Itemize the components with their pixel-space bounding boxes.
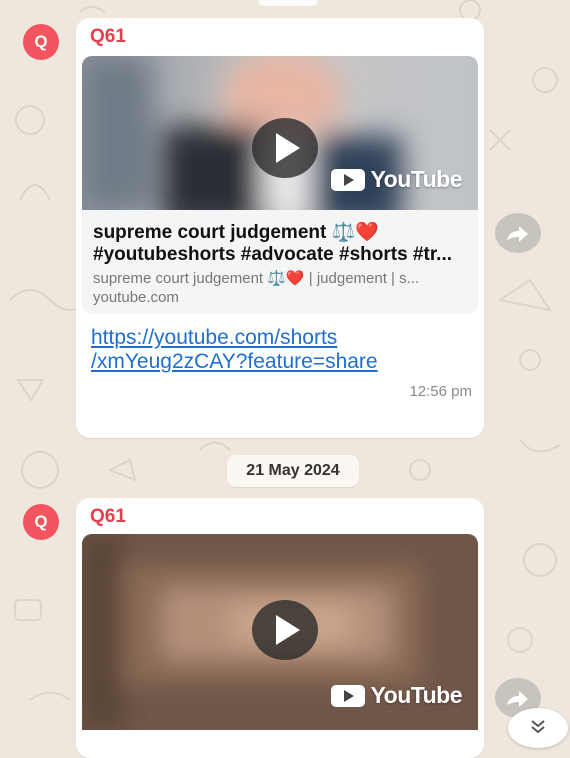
sender-avatar[interactable]: Q (23, 24, 59, 60)
youtube-watermark: YouTube (330, 166, 463, 193)
message-bubble[interactable]: Q61 YouTube (76, 18, 484, 438)
url-line1[interactable]: https://youtube.com/shorts (91, 326, 471, 350)
forward-icon (507, 226, 528, 242)
avatar-letter: Q (34, 32, 48, 51)
youtube-label: YouTube (370, 682, 463, 708)
sender-avatar[interactable]: Q (23, 504, 59, 540)
link-preview-description: supreme court judgement ⚖️❤️ | judgement… (93, 270, 420, 287)
forward-button[interactable] (495, 213, 541, 253)
avatar-letter: Q (34, 512, 48, 531)
youtube-logo-icon (330, 684, 365, 707)
sender-name[interactable]: Q61 (90, 26, 126, 48)
play-video-button[interactable] (252, 600, 318, 660)
play-icon (276, 133, 300, 163)
message-timestamp: 12:56 pm (409, 383, 472, 400)
video-thumbnail[interactable]: YouTube (82, 56, 478, 210)
double-chevron-down-icon (531, 720, 545, 734)
video-thumbnail[interactable]: YouTube (82, 534, 478, 730)
date-separator: 21 May 2024 (227, 455, 359, 487)
url-line2[interactable]: /xmYeug2zCAY?feature=share (91, 350, 471, 374)
link-preview-title: supreme court judgement ⚖️❤️ #youtubesho… (93, 222, 473, 266)
youtube-watermark: YouTube (330, 682, 463, 709)
top-edge-bubble (258, 0, 318, 6)
link-preview-title-line1: supreme court judgement ⚖️❤️ (93, 222, 379, 243)
play-icon (276, 615, 300, 645)
scroll-to-bottom-button[interactable] (508, 708, 568, 748)
link-preview[interactable]: supreme court judgement ⚖️❤️ #youtubesho… (82, 210, 478, 314)
forward-icon (507, 691, 528, 707)
shared-url-link[interactable]: https://youtube.com/shorts /xmYeug2zCAY?… (91, 326, 471, 374)
sender-name[interactable]: Q61 (90, 506, 126, 528)
link-preview-domain: youtube.com (93, 289, 179, 306)
message-bubble[interactable]: Q61 YouTube (76, 498, 484, 758)
youtube-label: YouTube (370, 166, 463, 192)
youtube-logo-icon (330, 168, 365, 191)
play-video-button[interactable] (252, 118, 318, 178)
link-preview-title-line2: #youtubeshorts #advocate #shorts #tr... (93, 244, 453, 265)
